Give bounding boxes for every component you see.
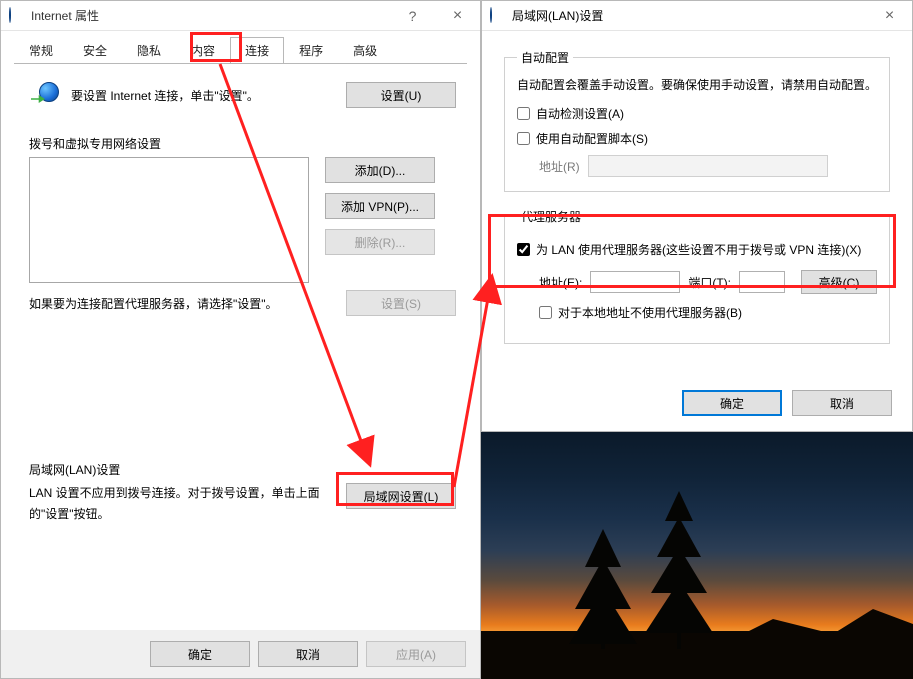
right-body: 自动配置 自动配置会覆盖手动设置。要确保使用手动设置，请禁用自动配置。 自动检测… [482, 31, 912, 375]
left-footer: 确定 取消 应用(A) [1, 630, 480, 678]
tab-advanced[interactable]: 高级 [338, 37, 392, 64]
tab-security[interactable]: 安全 [68, 37, 122, 64]
proxy-fieldset: 代理服务器 为 LAN 使用代理服务器(这些设置不用于拨号或 VPN 连接)(X… [504, 208, 890, 344]
setup-button[interactable]: 设置(U) [346, 82, 456, 108]
left-content: 要设置 Internet 连接，单击"设置"。 设置(U) 拨号和虚拟专用网络设… [1, 64, 480, 630]
bypass-local-row[interactable]: 对于本地地址不使用代理服务器(B) [539, 304, 877, 321]
use-script-checkbox[interactable] [517, 132, 530, 145]
proxy-legend: 代理服务器 [517, 208, 585, 225]
right-cancel-button[interactable]: 取消 [792, 390, 892, 416]
remove-dial-button: 删除(R)... [325, 229, 435, 255]
right-close-button[interactable]: × [867, 1, 912, 30]
auto-detect-row[interactable]: 自动检测设置(A) [517, 105, 877, 122]
use-proxy-label: 为 LAN 使用代理服务器(这些设置不用于拨号或 VPN 连接)(X) [536, 241, 861, 258]
help-button[interactable]: ? [390, 1, 435, 30]
use-proxy-checkbox[interactable] [517, 243, 530, 256]
internet-properties-dialog: Internet 属性 ? × 常规 安全 隐私 内容 连接 程序 高级 要设置… [0, 0, 481, 679]
setup-text: 要设置 Internet 连接，单击"设置"。 [71, 87, 334, 104]
bypass-local-label: 对于本地地址不使用代理服务器(B) [558, 304, 742, 321]
lan-settings-button[interactable]: 局域网设置(L) [346, 483, 456, 509]
right-footer: 确定 取消 [482, 375, 912, 431]
use-script-row[interactable]: 使用自动配置脚本(S) [517, 130, 877, 147]
left-dialog-title: Internet 属性 [31, 7, 390, 24]
right-titlebar: 局域网(LAN)设置 × [482, 1, 912, 31]
tab-general[interactable]: 常规 [14, 37, 68, 64]
globe-icon [9, 8, 25, 24]
lan-hint: LAN 设置不应用到拨号连接。对于拨号设置，单击上面的"设置"按钮。 [29, 483, 330, 524]
globe-icon [490, 8, 506, 24]
dial-connections-listbox[interactable] [29, 157, 309, 283]
bypass-local-checkbox[interactable] [539, 306, 552, 319]
ok-button[interactable]: 确定 [150, 641, 250, 667]
add-vpn-button[interactable]: 添加 VPN(P)... [325, 193, 435, 219]
left-titlebar: Internet 属性 ? × [1, 1, 480, 31]
autoconfig-legend: 自动配置 [517, 49, 573, 66]
script-addr-label: 地址(R) [539, 158, 580, 175]
tab-connections[interactable]: 连接 [230, 37, 284, 64]
script-addr-input [588, 155, 828, 177]
auto-detect-checkbox[interactable] [517, 107, 530, 120]
close-button[interactable]: × [435, 1, 480, 30]
lan-settings-dialog: 局域网(LAN)设置 × 自动配置 自动配置会覆盖手动设置。要确保使用手动设置，… [481, 0, 913, 432]
right-dialog-title: 局域网(LAN)设置 [512, 7, 867, 24]
dial-section-label: 拨号和虚拟专用网络设置 [29, 135, 456, 152]
tab-privacy[interactable]: 隐私 [122, 37, 176, 64]
auto-detect-label: 自动检测设置(A) [536, 105, 624, 122]
autoconfig-note: 自动配置会覆盖手动设置。要确保使用手动设置，请禁用自动配置。 [517, 76, 877, 95]
use-proxy-row[interactable]: 为 LAN 使用代理服务器(这些设置不用于拨号或 VPN 连接)(X) [517, 241, 877, 258]
setup-connection-icon [29, 80, 59, 110]
proxy-addr-label: 地址(E): [539, 274, 582, 291]
tab-content[interactable]: 内容 [176, 37, 230, 64]
autoconfig-fieldset: 自动配置 自动配置会覆盖手动设置。要确保使用手动设置，请禁用自动配置。 自动检测… [504, 49, 890, 192]
tabs-bar: 常规 安全 隐私 内容 连接 程序 高级 [1, 31, 480, 64]
lan-section-label: 局域网(LAN)设置 [29, 461, 456, 478]
proxy-addr-input[interactable] [590, 271, 680, 293]
proxy-advanced-button[interactable]: 高级(C) [801, 270, 877, 294]
dial-settings-button: 设置(S) [346, 290, 456, 316]
proxy-port-label: 端口(T): [688, 274, 731, 291]
use-script-label: 使用自动配置脚本(S) [536, 130, 648, 147]
right-ok-button[interactable]: 确定 [682, 390, 782, 416]
apply-button: 应用(A) [366, 641, 466, 667]
dial-hint: 如果要为连接配置代理服务器，请选择"设置"。 [29, 295, 309, 312]
add-dial-button[interactable]: 添加(D)... [325, 157, 435, 183]
cancel-button[interactable]: 取消 [258, 641, 358, 667]
tab-programs[interactable]: 程序 [284, 37, 338, 64]
proxy-port-input[interactable] [739, 271, 785, 293]
sunset-image [481, 432, 913, 679]
